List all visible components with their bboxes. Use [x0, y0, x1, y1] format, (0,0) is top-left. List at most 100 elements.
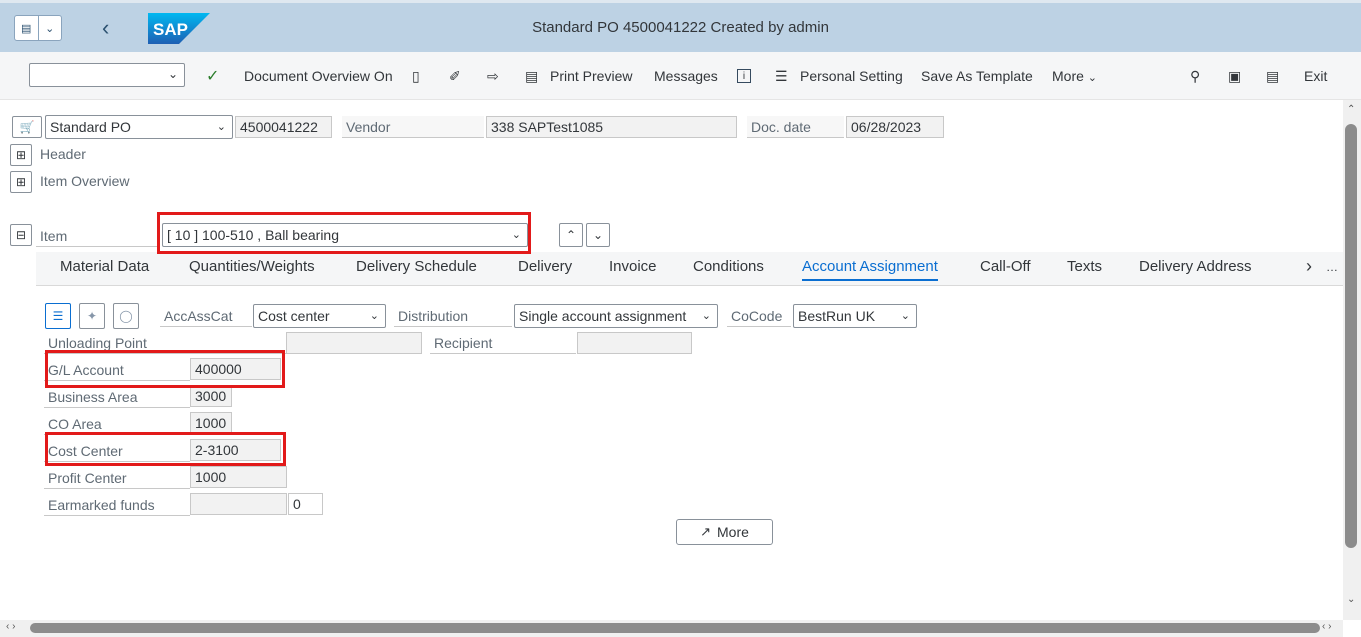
- gl-account-field[interactable]: 400000: [190, 358, 281, 380]
- search-icon[interactable]: ⚲: [1190, 68, 1200, 85]
- recipient-field[interactable]: [577, 332, 692, 354]
- scroll-down-icon[interactable]: ⌄: [1347, 594, 1355, 605]
- tab-call-off[interactable]: Call-Off: [980, 258, 1031, 275]
- profit-center-label: Profit Center: [44, 467, 190, 489]
- business-area-label: Business Area: [44, 386, 190, 408]
- chevron-right-icon[interactable]: ›: [1306, 256, 1312, 277]
- messages-button[interactable]: Messages: [654, 68, 718, 84]
- list-icon[interactable]: ☰: [45, 303, 71, 329]
- chevron-down-icon: ⌄: [369, 310, 379, 322]
- tab-delivery-schedule[interactable]: Delivery Schedule: [356, 258, 477, 275]
- tab-bar: Material Data Quantities/Weights Deliver…: [36, 252, 1343, 286]
- profit-center-field[interactable]: 1000: [190, 466, 287, 488]
- gl-account-label: G/L Account: [44, 359, 190, 381]
- cost-center-label: Cost Center: [44, 440, 190, 462]
- scroll-up-icon[interactable]: ⌃: [1347, 104, 1355, 115]
- header-section-label[interactable]: Header: [40, 146, 86, 162]
- tab-delivery-address[interactable]: Delivery Address: [1139, 258, 1252, 275]
- doc-date-field[interactable]: 06/28/2023: [846, 116, 944, 138]
- tab-delivery[interactable]: Delivery: [518, 258, 572, 275]
- chevron-down-icon: ⌄: [167, 67, 178, 81]
- tab-texts[interactable]: Texts: [1067, 258, 1102, 275]
- accasscat-label: AccAssCat: [160, 305, 252, 327]
- fullscreen-icon[interactable]: ▤: [1266, 68, 1279, 85]
- print-preview-button[interactable]: Print Preview: [550, 68, 632, 84]
- open-external-icon: ↗: [700, 524, 711, 539]
- shell-header: ▤ ⌄ ‹ SAP Standard PO 4500041222 Created…: [0, 0, 1361, 52]
- chevron-down-icon: ⌄: [1087, 72, 1098, 84]
- earmarked-funds-item-field[interactable]: 0: [288, 493, 323, 515]
- print-icon[interactable]: ▤: [525, 68, 538, 85]
- distribution-label: Distribution: [394, 305, 512, 327]
- more-menu-label: More: [1052, 68, 1084, 84]
- expand-header-icon[interactable]: ⊞: [10, 144, 32, 166]
- co-area-field[interactable]: 1000: [190, 412, 232, 434]
- business-area-field[interactable]: 3000: [190, 385, 232, 407]
- co-area-label: CO Area: [44, 413, 190, 435]
- chevron-down-icon: ⌄: [701, 310, 711, 322]
- doc-overview-button[interactable]: Document Overview On: [244, 68, 393, 84]
- page-title: Standard PO 4500041222 Created by admin: [532, 19, 829, 36]
- collapse-item-icon[interactable]: ⊟: [10, 224, 32, 246]
- scroll-left-right-icon[interactable]: ‹ ›: [6, 621, 15, 632]
- recipient-label: Recipient: [430, 332, 576, 354]
- tab-material-data[interactable]: Material Data: [60, 258, 149, 275]
- export-icon[interactable]: ⇨: [487, 68, 499, 85]
- unloading-point-field[interactable]: [286, 332, 422, 354]
- item-label: Item: [36, 225, 158, 247]
- save-as-template-button[interactable]: Save As Template: [921, 68, 1033, 84]
- vendor-field[interactable]: 338 SAPTest1085: [486, 116, 737, 138]
- personal-setting-button[interactable]: Personal Setting: [800, 68, 903, 84]
- chevron-down-icon: ⌄: [900, 310, 910, 322]
- vendor-label: Vendor: [342, 116, 484, 138]
- doc-date-label: Doc. date: [747, 116, 844, 138]
- more-button[interactable]: ↗ More: [676, 519, 773, 545]
- check-icon[interactable]: ✓: [206, 66, 219, 86]
- more-button-label: More: [717, 524, 749, 540]
- info-icon[interactable]: i: [737, 69, 751, 83]
- distribution-select[interactable]: Single account assignment ⌄: [514, 304, 718, 328]
- personal-setting-icon[interactable]: ☰: [775, 68, 788, 85]
- overflow-icon[interactable]: …: [1326, 260, 1338, 274]
- cocode-label: CoCode: [727, 305, 791, 327]
- horizontal-scrollbar-thumb[interactable]: [30, 623, 1320, 633]
- vertical-scrollbar-thumb[interactable]: [1345, 124, 1357, 548]
- accasscat-value: Cost center: [258, 308, 330, 324]
- earmarked-funds-field[interactable]: [190, 493, 287, 515]
- scroll-left-right-icon[interactable]: ‹ ›: [1322, 621, 1331, 632]
- cart-icon[interactable]: 🛒: [12, 116, 42, 138]
- item-overview-label[interactable]: Item Overview: [40, 173, 129, 189]
- earmarked-funds-label: Earmarked funds: [44, 494, 190, 516]
- item-select-value: [ 10 ] 100-510 , Ball bearing: [167, 227, 340, 243]
- cost-center-field[interactable]: 2-3100: [190, 439, 281, 461]
- more-menu-button[interactable]: More ⌄: [1052, 68, 1097, 84]
- document-icon[interactable]: ▯: [412, 68, 420, 85]
- vertical-scrollbar[interactable]: ⌃ ⌄: [1343, 100, 1361, 620]
- po-type-value: Standard PO: [50, 119, 131, 135]
- po-type-select[interactable]: Standard PO ⌄: [45, 115, 233, 139]
- tab-conditions[interactable]: Conditions: [693, 258, 764, 275]
- next-item-button[interactable]: ⌄: [586, 223, 610, 247]
- magic-wand-icon[interactable]: ✦: [79, 303, 105, 329]
- tab-invoice[interactable]: Invoice: [609, 258, 657, 275]
- item-select[interactable]: [ 10 ] 100-510 , Ball bearing ⌄: [162, 223, 528, 247]
- toolbar: ✓ Document Overview On ▯ ✐ ⇨ ▤ Print Pre…: [0, 52, 1361, 100]
- accasscat-select[interactable]: Cost center ⌄: [253, 304, 386, 328]
- window-icon[interactable]: ▣: [1228, 68, 1241, 85]
- horizontal-scrollbar[interactable]: ‹ › ‹ ›: [0, 620, 1343, 637]
- edit-icon[interactable]: ✐: [449, 68, 461, 85]
- chevron-down-icon: ⌄: [216, 121, 226, 133]
- currency-icon[interactable]: ◯: [113, 303, 139, 329]
- exit-button[interactable]: Exit: [1304, 68, 1327, 84]
- toolbar-selector[interactable]: ⌄: [29, 63, 185, 87]
- cocode-value: BestRun UK: [798, 308, 876, 324]
- previous-item-button[interactable]: ⌃: [559, 223, 583, 247]
- distribution-value: Single account assignment: [519, 308, 687, 324]
- tab-quantities-weights[interactable]: Quantities/Weights: [189, 258, 315, 275]
- cocode-select[interactable]: BestRun UK ⌄: [793, 304, 917, 328]
- chevron-down-icon: ⌄: [592, 228, 604, 242]
- po-number-field[interactable]: 4500041222: [235, 116, 332, 138]
- expand-item-overview-icon[interactable]: ⊞: [10, 171, 32, 193]
- tab-account-assignment[interactable]: Account Assignment: [802, 258, 938, 281]
- chevron-down-icon: ⌄: [511, 229, 521, 241]
